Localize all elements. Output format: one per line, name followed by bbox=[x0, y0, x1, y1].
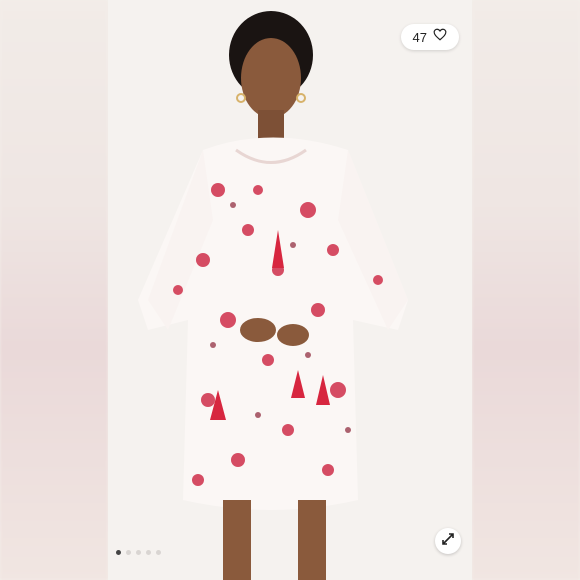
like-button[interactable]: 47 bbox=[400, 24, 459, 50]
like-count: 47 bbox=[412, 29, 427, 45]
model-dress-illustration bbox=[108, 0, 472, 580]
carousel-dot[interactable] bbox=[116, 550, 121, 555]
expand-button[interactable] bbox=[435, 528, 461, 554]
carousel-indicators bbox=[116, 550, 161, 555]
product-photo[interactable] bbox=[108, 0, 472, 580]
blurred-backdrop-left bbox=[0, 0, 108, 580]
carousel-dot[interactable] bbox=[156, 550, 161, 555]
listing-photo-viewer: 47 bbox=[0, 0, 580, 580]
carousel-dot[interactable] bbox=[136, 550, 141, 555]
blurred-backdrop-right bbox=[472, 0, 580, 580]
expand-diagonal-icon bbox=[441, 532, 455, 551]
carousel-dot[interactable] bbox=[126, 550, 131, 555]
heart-outline-icon bbox=[433, 28, 447, 46]
carousel-dot[interactable] bbox=[146, 550, 151, 555]
